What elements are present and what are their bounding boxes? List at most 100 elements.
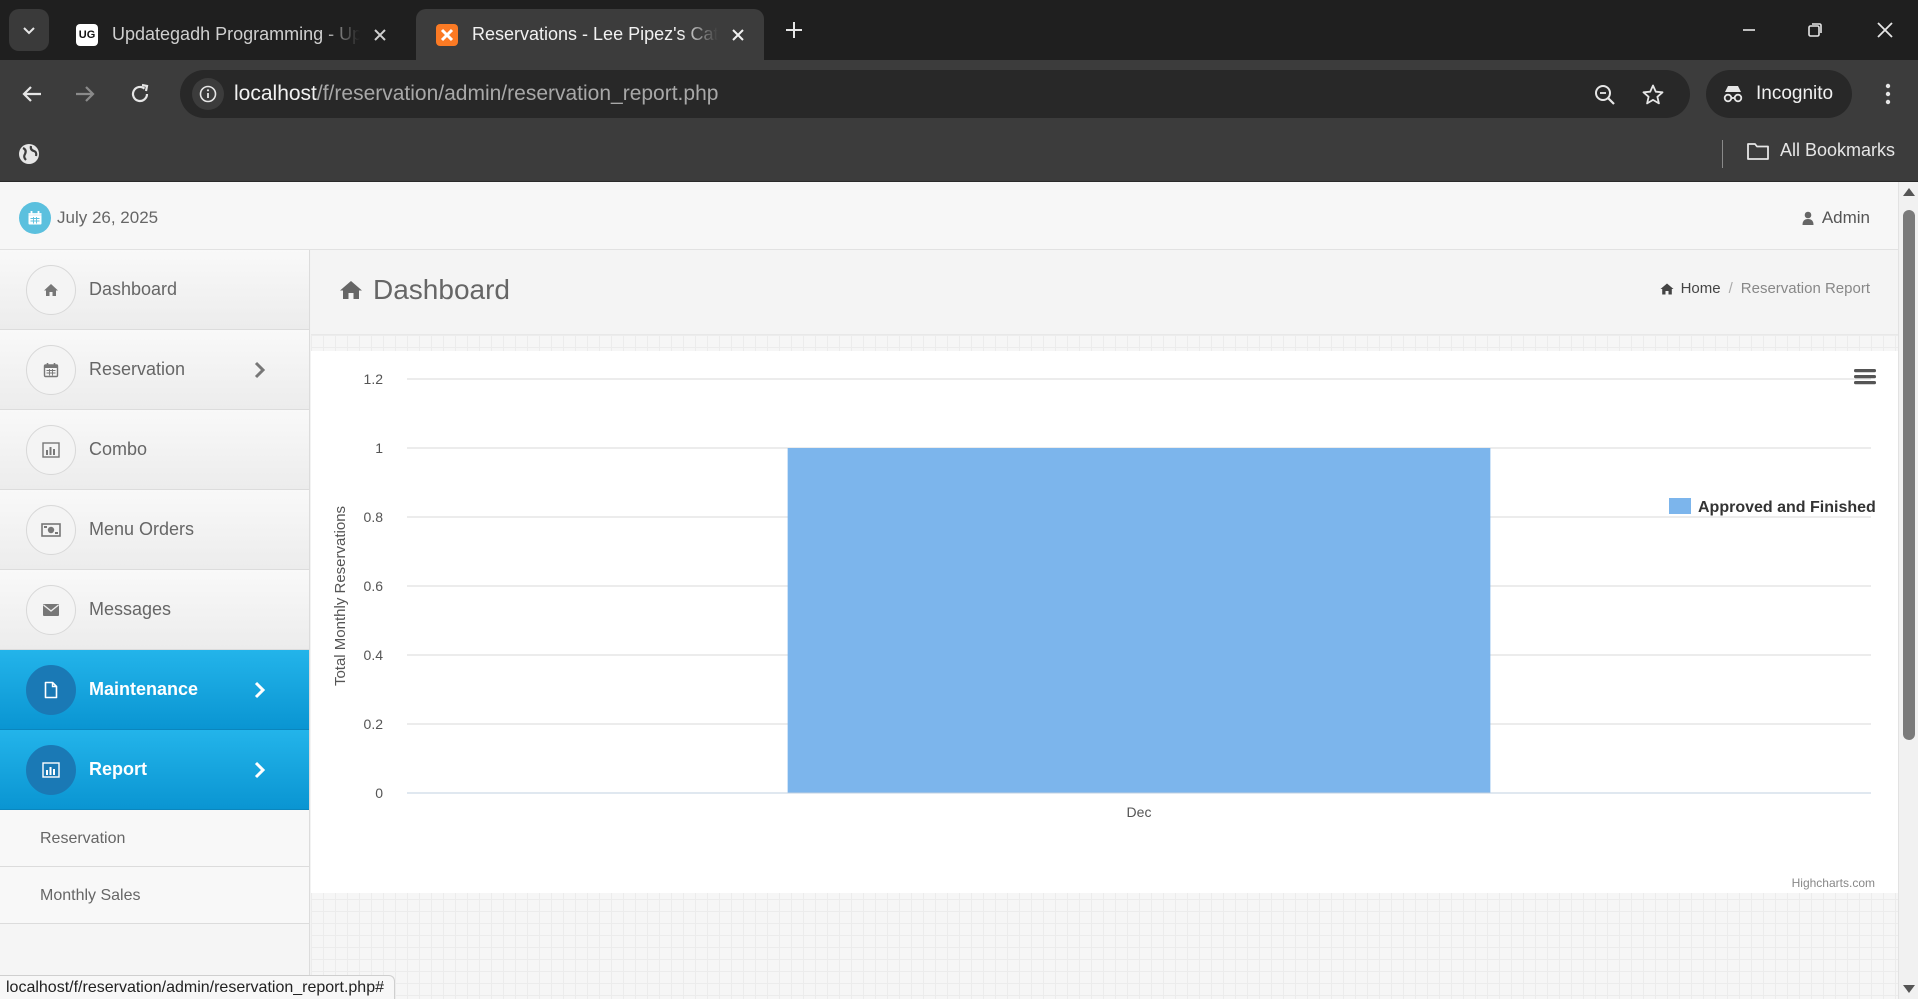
tab-title: Updategadh Programming - Up	[112, 24, 360, 44]
app-topbar: July 26, 2025 Admin	[0, 182, 1898, 250]
breadcrumb-current: Reservation Report	[1740, 280, 1870, 297]
chevron-right-icon	[248, 676, 272, 704]
home-icon	[1660, 283, 1674, 294]
browser-menu-button[interactable]	[1870, 76, 1906, 112]
chevron-down-icon	[23, 27, 35, 35]
bookmarks-separator	[1722, 140, 1723, 168]
envelope-icon	[26, 585, 76, 635]
chevron-right-icon	[248, 756, 272, 784]
all-bookmarks-label: All Bookmarks	[1780, 140, 1896, 160]
menu-icon	[1854, 375, 1876, 379]
incognito-label: Incognito	[1756, 83, 1834, 104]
sidebar-item-dashboard[interactable]: Dashboard	[0, 250, 309, 330]
updategadh-favicon-icon: UG	[76, 23, 98, 46]
browser-toolbar: localhost/f/reservation/admin/reservatio…	[0, 60, 1918, 128]
sidebar-item-label: Combo	[89, 439, 148, 459]
all-bookmarks-button[interactable]: All Bookmarks	[1746, 140, 1895, 161]
arrow-right-icon	[76, 86, 95, 102]
minimize-icon	[1743, 29, 1755, 31]
user-icon	[1802, 211, 1814, 225]
close-tab-icon[interactable]	[726, 23, 750, 47]
home-icon	[26, 265, 76, 315]
legend-label: Approved and Finished	[1698, 499, 1876, 516]
sidebar-item-menu-orders[interactable]: Menu Orders	[0, 490, 309, 570]
scroll-down-arrow-icon[interactable]	[1903, 985, 1915, 993]
user-name: Admin	[1821, 208, 1870, 227]
page-title: Dashboard	[339, 274, 510, 306]
restore-button[interactable]	[1792, 10, 1838, 50]
chart-svg: 0 0.2 0.4 0.6 0.8 1 1.2 Dec Total Monthly Reserv…	[332, 369, 1876, 890]
user-menu[interactable]: Admin	[1802, 208, 1870, 228]
tab-reservations[interactable]: Reservations - Lee Pipez's Cater	[416, 9, 764, 60]
forward-button[interactable]	[67, 76, 103, 112]
address-bar[interactable]: localhost/f/reservation/admin/reservatio…	[180, 70, 1690, 118]
globe-icon[interactable]	[16, 141, 42, 167]
chart-credits: Highcharts.com	[1792, 876, 1875, 890]
sidebar-item-label: Maintenance	[89, 679, 199, 699]
breadcrumb-home-label: Home	[1680, 280, 1721, 297]
y-tick-label: 1	[375, 440, 383, 456]
file-icon	[26, 665, 76, 715]
restore-icon	[1808, 23, 1822, 37]
submenu-item-label: Monthly Sales	[40, 887, 141, 904]
close-window-button[interactable]	[1862, 10, 1908, 50]
submenu-item-monthly-sales[interactable]: Monthly Sales	[0, 867, 309, 924]
chevron-right-icon	[248, 356, 272, 384]
page-viewport: July 26, 2025 Admin Dashboard Reservatio…	[0, 182, 1898, 999]
home-icon	[340, 281, 362, 299]
x-tick-label: Dec	[1127, 804, 1152, 820]
money-icon	[26, 505, 76, 555]
menu-icon	[1854, 381, 1876, 385]
reload-icon	[131, 83, 149, 103]
reload-button[interactable]	[122, 76, 158, 112]
y-tick-label: 1.2	[364, 371, 384, 387]
browser-tab-strip: UG Updategadh Programming - Up Reservati…	[0, 0, 1918, 60]
sidebar-item-combo[interactable]: Combo	[0, 410, 309, 490]
sidebar-item-messages[interactable]: Messages	[0, 570, 309, 650]
folder-icon	[1747, 142, 1769, 160]
minimize-button[interactable]	[1726, 10, 1772, 50]
calendar-icon	[19, 202, 51, 234]
sidebar-item-label: Dashboard	[89, 279, 178, 299]
calendar-icon	[26, 345, 76, 395]
site-info-icon[interactable]	[192, 78, 224, 110]
tab-title: Reservations - Lee Pipez's Cater	[472, 24, 718, 44]
incognito-icon	[1723, 86, 1743, 103]
sidebar-item-report[interactable]: Report	[0, 730, 309, 810]
y-tick-label: 0.8	[364, 509, 384, 525]
tab-search-button[interactable]	[9, 9, 49, 51]
bookmark-star-icon[interactable]	[1638, 80, 1668, 110]
sidebar-item-label: Messages	[89, 599, 172, 619]
legend-symbol	[1669, 498, 1691, 514]
incognito-indicator[interactable]: Incognito	[1706, 70, 1852, 118]
new-tab-button[interactable]	[778, 14, 810, 46]
bookmarks-bar: All Bookmarks	[0, 128, 1918, 182]
back-button[interactable]	[14, 76, 50, 112]
submenu-item-label: Reservation	[40, 830, 126, 847]
scroll-up-arrow-icon[interactable]	[1903, 188, 1915, 196]
bar	[787, 448, 1491, 793]
sidebar-item-reservation[interactable]: Reservation	[0, 330, 309, 410]
scrollbar-thumb[interactable]	[1903, 210, 1915, 740]
tab-updategadh[interactable]: UG Updategadh Programming - Up	[56, 9, 406, 60]
y-tick-label: 0.2	[364, 716, 384, 732]
y-tick-label: 0.4	[364, 647, 384, 663]
plus-icon	[786, 22, 802, 38]
sidebar-item-label: Report	[89, 759, 147, 779]
sidebar-item-maintenance[interactable]: Maintenance	[0, 650, 309, 730]
breadcrumb-separator: /	[1728, 280, 1733, 297]
content-header: Dashboard Home / Reservation Report	[311, 250, 1898, 335]
zoom-icon[interactable]	[1590, 80, 1620, 110]
more-vertical-icon	[1885, 83, 1891, 105]
url-text: localhost/f/reservation/admin/reservatio…	[234, 82, 719, 105]
bar-chart-icon	[26, 745, 76, 795]
status-bar-url: localhost/f/reservation/admin/reservatio…	[0, 975, 395, 999]
close-tab-icon[interactable]	[368, 23, 392, 47]
y-tick-label: 0	[375, 785, 383, 801]
sidebar-item-label: Reservation	[89, 359, 186, 379]
close-icon	[1877, 22, 1893, 38]
breadcrumb-home[interactable]: Home	[1660, 280, 1721, 297]
breadcrumb: Home / Reservation Report	[1660, 280, 1870, 297]
submenu-item-reservation[interactable]: Reservation	[0, 810, 309, 867]
page-scrollbar[interactable]	[1898, 182, 1918, 999]
